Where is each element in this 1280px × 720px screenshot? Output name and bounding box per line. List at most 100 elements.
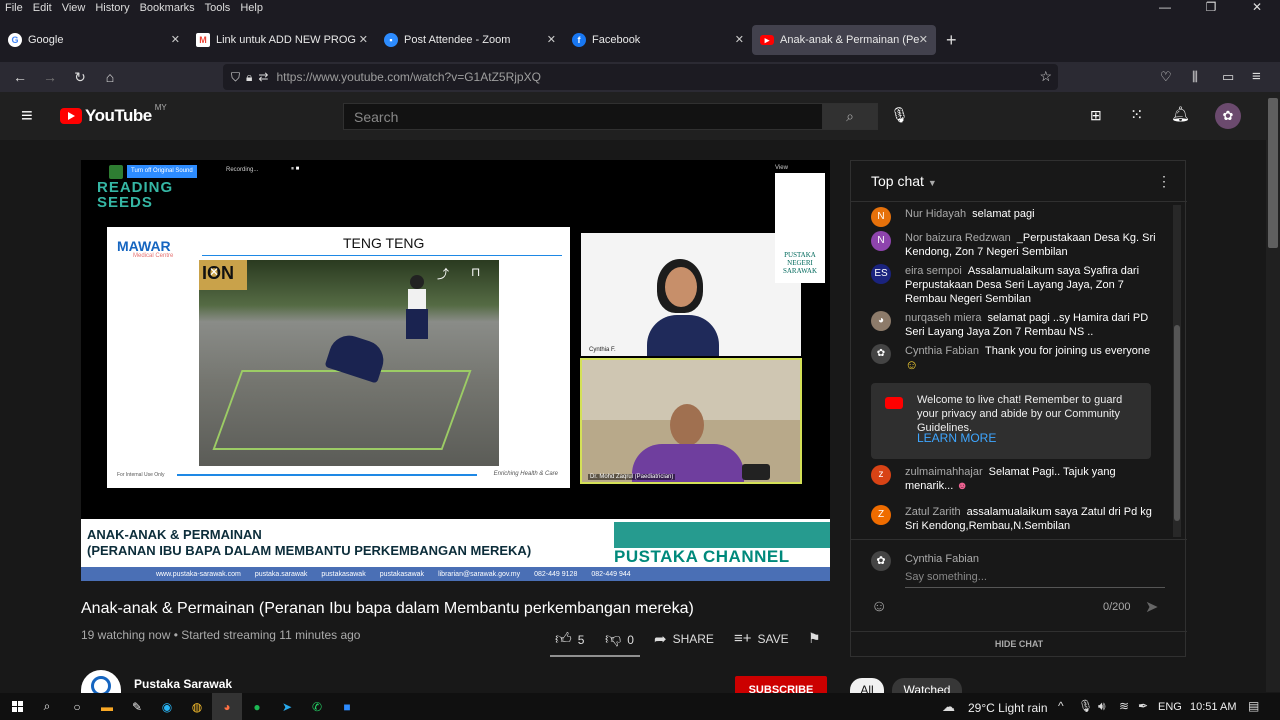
video-player[interactable]: Turn off Original Sound Recording... ⏸ ■… — [81, 160, 830, 581]
reload-icon[interactable]: ↻ — [65, 69, 95, 86]
forward-icon[interactable]: → — [35, 69, 65, 85]
file-explorer-icon[interactable]: ▬ — [92, 693, 122, 720]
zoom-view-button[interactable]: View — [775, 165, 788, 171]
spotify-icon[interactable]: ● — [242, 693, 272, 720]
youtube-small-icon — [885, 397, 903, 409]
menu-view[interactable]: View — [57, 2, 91, 14]
cortana-icon[interactable]: ○ — [62, 693, 92, 720]
emoji-icon[interactable]: ☺ — [871, 598, 887, 616]
star-icon[interactable]: ☆ — [1039, 68, 1052, 85]
tab-facebook[interactable]: f Facebook ✕ — [564, 25, 752, 55]
edge-icon[interactable]: ◉ — [152, 693, 182, 720]
close-tab-icon[interactable]: ✕ — [919, 33, 928, 46]
channel-name[interactable]: Pustaka Sarawak — [134, 677, 232, 691]
chrome-icon[interactable]: ◍ — [182, 693, 212, 720]
subscribe-button[interactable]: SUBSCRIBE — [735, 676, 827, 696]
telegram-icon[interactable]: ➤ — [272, 693, 302, 720]
microphone-icon[interactable]: 🎙︎ — [890, 106, 909, 124]
close-window-button[interactable]: ✕ — [1234, 0, 1280, 14]
windows-start-icon[interactable] — [2, 693, 32, 720]
chat-input[interactable]: Say something... — [905, 571, 1165, 588]
create-video-icon[interactable]: ⊞ — [1090, 107, 1102, 124]
tab-gmail[interactable]: M Link untuk ADD NEW PROGRAM ✕ — [188, 25, 376, 55]
menu-icon[interactable]: ≡ — [1252, 68, 1261, 85]
new-tab-button[interactable]: + — [946, 30, 957, 51]
avatar[interactable]: ✿ — [1215, 103, 1241, 129]
notification-center-icon[interactable]: ▤ — [1248, 699, 1259, 713]
permissions-icon[interactable]: ⇄ — [258, 70, 268, 84]
sidebar-icon[interactable]: ▭ — [1222, 69, 1234, 85]
heart-face-emoji-icon: ☻ — [956, 480, 968, 492]
close-tab-icon[interactable]: ✕ — [547, 33, 556, 46]
menu-history[interactable]: History — [90, 2, 134, 14]
tab-label: Post Attendee - Zoom — [404, 34, 511, 46]
tab-google[interactable]: G Google ✕ — [0, 25, 188, 55]
volume-icon[interactable]: 🔊︎ — [1098, 699, 1106, 714]
clock[interactable]: 10:51 AM — [1190, 701, 1236, 713]
recording-controls[interactable]: ⏸ ■ — [291, 166, 299, 173]
pocket-icon[interactable]: ♡ — [1160, 69, 1172, 85]
minimize-button[interactable]: — — [1142, 0, 1188, 14]
close-tab-icon[interactable]: ✕ — [735, 33, 744, 46]
wifi-icon[interactable]: ≋ — [1119, 699, 1129, 713]
chip-all[interactable]: All — [850, 678, 884, 697]
hide-chat-button[interactable]: HIDE CHAT — [851, 639, 1187, 649]
speaker2-video[interactable]: Dr. Mohd Zaqrul (Paediatrician) — [580, 358, 802, 484]
pen-tray-icon[interactable]: ✒ — [1138, 699, 1148, 713]
video-title: Anak-anak & Permainan (Peranan Ibu bapa … — [81, 600, 694, 617]
menu-bookmarks[interactable]: Bookmarks — [135, 2, 200, 14]
page-scrollbar[interactable] — [1266, 92, 1280, 692]
tab-zoom[interactable]: ▪ Post Attendee - Zoom ✕ — [376, 25, 564, 55]
whatsapp-icon[interactable]: ✆ — [302, 693, 332, 720]
search-taskbar-icon[interactable]: ⌕ — [32, 693, 62, 720]
weather-text[interactable]: 29°C Light rain — [968, 701, 1048, 715]
notifications-icon[interactable]: 🔔︎ — [1171, 105, 1190, 123]
chevron-up-icon[interactable]: ^ — [1058, 699, 1064, 713]
microphone-tray-icon[interactable]: 🎙︎ — [1078, 699, 1093, 713]
learn-more-link[interactable]: LEARN MORE — [917, 431, 996, 445]
chat-mode-dropdown[interactable]: Top chat ▼ — [871, 173, 937, 189]
standing-girl — [404, 275, 430, 385]
menu-help[interactable]: Help — [235, 2, 268, 14]
home-icon[interactable]: ⌂ — [95, 69, 125, 85]
url-bar[interactable]: ⛉ 🔒︎ ⇄ https://www.youtube.com/watch?v=G… — [223, 64, 1058, 90]
tab-youtube[interactable]: ▸ Anak-anak & Permainan (Peranan ✕ — [752, 25, 936, 55]
hamburger-icon[interactable]: ≡ — [21, 105, 33, 128]
search-input[interactable]: Search — [343, 103, 823, 130]
chat-message: ✿ Cynthia Fabian Thank you for joining us … — [871, 344, 1161, 373]
send-icon[interactable]: ➤ — [1145, 597, 1158, 617]
shield-icon[interactable]: ⛉ — [231, 70, 240, 85]
pen-app-icon[interactable]: ✎ — [122, 693, 152, 720]
user-avatar: ✿ — [871, 551, 891, 571]
close-tab-icon[interactable]: ✕ — [171, 33, 180, 46]
tab-bar: G Google ✕ M Link untuk ADD NEW PROGRAM … — [0, 16, 1280, 62]
share-overlay-icon[interactable]: ⤴ — [437, 265, 449, 282]
chat-scrollbar[interactable] — [1173, 205, 1181, 537]
youtube-logo[interactable]: YouTube MY — [60, 103, 167, 126]
language-indicator[interactable]: ENG — [1158, 701, 1182, 713]
close-tab-icon[interactable]: ✕ — [359, 33, 368, 46]
menu-tools[interactable]: Tools — [200, 2, 236, 14]
menu-edit[interactable]: Edit — [28, 2, 57, 14]
lock-icon[interactable]: 🔒︎ — [246, 70, 252, 85]
close-icon[interactable]: ✕ — [209, 265, 219, 279]
original-sound-button[interactable]: Turn off Original Sound — [127, 165, 197, 178]
dislike-button[interactable]: 👎︎ 0 — [605, 630, 634, 649]
back-icon[interactable]: ← — [5, 69, 35, 85]
save-button[interactable]: ≡+ SAVE — [734, 630, 789, 647]
zoom-taskbar-icon[interactable]: ■ — [332, 693, 362, 720]
speaker1-video[interactable]: Cynthia F. — [581, 233, 801, 356]
search-button[interactable]: ⌕ — [822, 103, 878, 130]
library-icon[interactable]: ⫼ — [1192, 69, 1198, 85]
like-button[interactable]: 👍︎ 5 — [555, 630, 584, 649]
apps-icon[interactable]: ⁙ — [1130, 105, 1143, 125]
chip-watched[interactable]: Watched — [892, 678, 962, 697]
channel-avatar[interactable] — [81, 670, 121, 693]
maximize-button[interactable]: ❐ — [1188, 0, 1234, 14]
report-button[interactable]: ⚑ — [808, 630, 821, 647]
bookmark-overlay-icon[interactable]: ⊓ — [471, 265, 480, 279]
more-vert-icon[interactable]: ⋮ — [1157, 173, 1171, 190]
share-button[interactable]: ➦ SHARE — [654, 630, 714, 648]
menu-file[interactable]: File — [0, 2, 28, 14]
firefox-icon[interactable]: ◕ — [212, 693, 242, 720]
